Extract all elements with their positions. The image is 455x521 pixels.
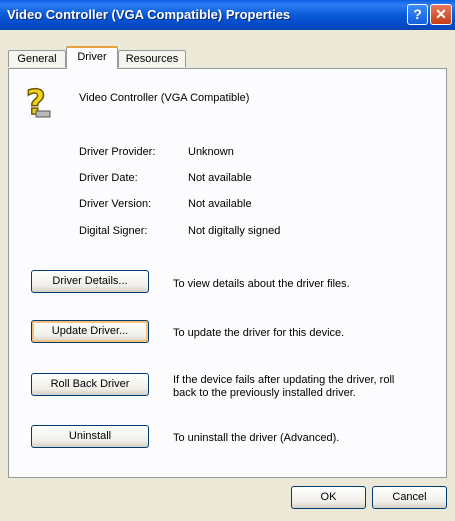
driver-version-label: Driver Version: <box>79 198 152 210</box>
uninstall-description: To uninstall the driver (Advanced). <box>173 432 340 444</box>
uninstall-button[interactable]: Uninstall <box>31 425 149 448</box>
driver-provider-label: Driver Provider: <box>79 146 156 158</box>
device-name: Video Controller (VGA Compatible) <box>79 92 250 104</box>
tab-general[interactable]: General <box>8 50 66 67</box>
driver-provider-value: Unknown <box>188 146 234 158</box>
update-driver-description: To update the driver for this device. <box>173 327 345 339</box>
window-title: Video Controller (VGA Compatible) Proper… <box>7 7 291 22</box>
close-button[interactable]: ✕ <box>430 4 452 25</box>
properties-dialog: Video Controller (VGA Compatible) Proper… <box>0 0 455 521</box>
title-bar[interactable]: Video Controller (VGA Compatible) Proper… <box>0 0 455 30</box>
roll-back-driver-button[interactable]: Roll Back Driver <box>31 373 149 396</box>
driver-details-button[interactable]: Driver Details... <box>31 270 149 293</box>
unknown-device-question-icon: ? <box>25 84 51 120</box>
ok-button[interactable]: OK <box>291 486 366 509</box>
driver-version-value: Not available <box>188 198 252 210</box>
roll-back-description-line-1: If the device fails after updating the d… <box>173 374 395 386</box>
digital-signer-label: Digital Signer: <box>79 225 148 237</box>
driver-details-description: To view details about the driver files. <box>173 278 350 290</box>
help-button[interactable]: ? <box>407 4 428 25</box>
tab-resources[interactable]: Resources <box>118 50 186 67</box>
cancel-button[interactable]: Cancel <box>372 486 447 509</box>
driver-date-value: Not available <box>188 172 252 184</box>
tab-driver[interactable]: Driver <box>66 46 118 69</box>
roll-back-driver-description: If the device fails after updating the d… <box>173 374 394 400</box>
digital-signer-value: Not digitally signed <box>188 225 281 237</box>
driver-date-label: Driver Date: <box>79 172 138 184</box>
update-driver-button[interactable]: Update Driver... <box>31 320 149 343</box>
roll-back-description-line-2: back to the previously installed driver. <box>173 387 356 399</box>
